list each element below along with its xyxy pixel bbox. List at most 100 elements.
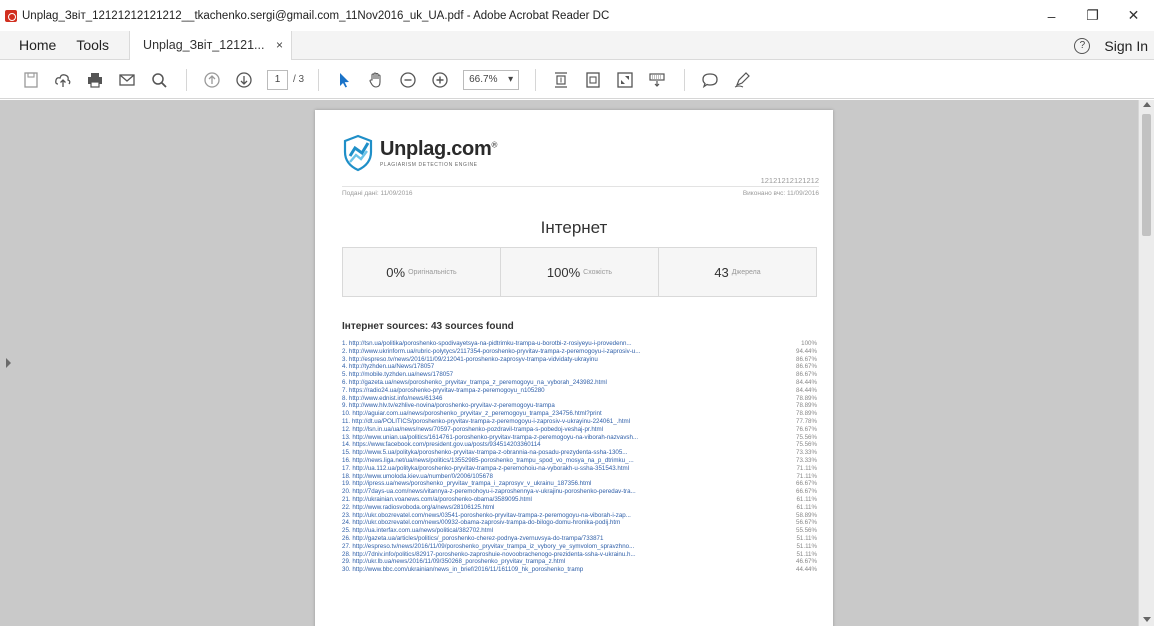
source-link[interactable]: 29. http://ukr.lb.ua/news/2016/11/09/350… xyxy=(342,558,777,566)
source-row: 16. http://news.liga.net/ua/news/politic… xyxy=(342,457,817,465)
minimize-button[interactable]: – xyxy=(1031,0,1072,31)
page-scroll-icon xyxy=(555,71,568,88)
help-icon[interactable]: ? xyxy=(1074,37,1091,54)
source-link[interactable]: 8. http://www.ednist.info/news/61346 xyxy=(342,395,777,403)
scroll-up-arrow-icon[interactable] xyxy=(1143,102,1151,107)
zoom-in-button[interactable] xyxy=(425,66,455,94)
source-percentage: 94.44% xyxy=(796,347,817,355)
speech-bubble-icon xyxy=(702,72,718,88)
source-link[interactable]: 21. http://ukrainian.voanews.com/a/poros… xyxy=(342,496,777,504)
sign-button[interactable] xyxy=(727,66,757,94)
search-button[interactable] xyxy=(144,66,174,94)
zoom-level-select[interactable]: 66.7% ▾ xyxy=(463,69,520,90)
stat-originality: 0% Оригінальність xyxy=(343,248,501,296)
page-number-input[interactable]: 1 xyxy=(267,69,288,90)
document-workspace[interactable]: Unplag.com® PLAGIARISM DETECTION ENGINE … xyxy=(0,100,1154,626)
source-link[interactable]: 19. http://ipress.ua/news/poroshenko_pry… xyxy=(342,480,777,488)
source-link[interactable]: 26. http://gazeta.ua/articles/politics/_… xyxy=(342,535,777,543)
close-button[interactable]: ✕ xyxy=(1113,0,1154,31)
brand-name: Unplag.com® xyxy=(380,138,498,160)
stat-value: 43 xyxy=(714,264,729,280)
source-link[interactable]: 17. http://ua.112.ua/polityka/poroshenko… xyxy=(342,465,777,473)
scroll-down-arrow-icon[interactable] xyxy=(1143,617,1151,622)
source-link[interactable]: 13. http://www.unian.ua/politics/1614761… xyxy=(342,434,777,442)
source-row: 8. http://www.ednist.info/news/61346 78.8… xyxy=(342,395,817,403)
source-percentage: 46.67% xyxy=(796,558,817,566)
read-mode-button[interactable] xyxy=(642,66,672,94)
source-link[interactable]: 22. http://www.radiosvoboda.org/a/news/2… xyxy=(342,504,777,512)
source-link[interactable]: 9. http://www.hlv.tv/ezhlive-novina/poro… xyxy=(342,402,777,410)
full-screen-button[interactable] xyxy=(610,66,640,94)
hand-tool-button[interactable] xyxy=(361,66,391,94)
source-link[interactable]: 30. http://www.bbc.com/ukrainian/news_in… xyxy=(342,566,777,574)
source-percentage: 76.67% xyxy=(796,425,817,433)
source-link[interactable]: 4. http://tyzhden.ua/News/178057 xyxy=(342,363,777,371)
toolbar-separator xyxy=(318,68,320,91)
expand-panel-handle[interactable] xyxy=(6,358,11,368)
source-link[interactable]: 25. http://ua.interfax.com.ua/news/polit… xyxy=(342,527,777,535)
source-link[interactable]: 24. http://ukr.obozrevatel.com/news/0093… xyxy=(342,519,777,527)
source-link[interactable]: 3. http://espreso.tv/news/2016/11/09/212… xyxy=(342,356,777,364)
source-link[interactable]: 1. http://tsn.ua/politika/poroshenko-spo… xyxy=(342,340,777,348)
source-row: 29. http://ukr.lb.ua/news/2016/11/09/350… xyxy=(342,558,817,566)
source-link[interactable]: 5. http://mobile.tyzhden.ua/news/178057 xyxy=(342,371,777,379)
next-page-button[interactable] xyxy=(229,66,259,94)
source-link[interactable]: 28. http://7dniv.info/politics/82917-por… xyxy=(342,551,777,559)
stats-panel: 0% Оригінальність 100% Схожість 43 Джере… xyxy=(342,247,817,297)
source-link[interactable]: 12. http://lsn.in.ua/ua/news/news/70597-… xyxy=(342,426,777,434)
fit-page-button[interactable] xyxy=(578,66,608,94)
tab-close-icon[interactable]: × xyxy=(276,38,283,52)
source-link[interactable]: 20. http://7days-ua.com/news/vitannya-z-… xyxy=(342,488,777,496)
source-row: 6. http://gazeta.ua/news/poroshenko_pryv… xyxy=(342,379,817,387)
tools-tab[interactable]: Tools xyxy=(66,31,119,60)
source-link[interactable]: 6. http://gazeta.ua/news/poroshenko_pryv… xyxy=(342,379,777,387)
upload-button[interactable] xyxy=(48,66,78,94)
toolbar: 1 / 3 66.7% ▾ xyxy=(0,61,1154,99)
source-link[interactable]: 15. http://www.5.ua/polityka/poroshenko-… xyxy=(342,449,777,457)
source-link[interactable]: 14. https://www.facebook.com/president.g… xyxy=(342,441,777,449)
source-row: 22. http://www.radiosvoboda.org/a/news/2… xyxy=(342,504,817,512)
print-button[interactable] xyxy=(80,66,110,94)
email-button[interactable] xyxy=(112,66,142,94)
source-row: 28. http://7dniv.info/politics/82917-por… xyxy=(342,551,817,559)
scroll-thumb[interactable] xyxy=(1142,114,1151,236)
source-row: 12. http://lsn.in.ua/ua/news/news/70597-… xyxy=(342,426,817,434)
scrolling-mode-button[interactable] xyxy=(546,66,576,94)
source-link[interactable]: 16. http://news.liga.net/ua/news/politic… xyxy=(342,457,777,465)
toolbar-separator xyxy=(186,68,187,91)
source-link[interactable]: 2. http://www.ukrinform.ua/rubric-polyty… xyxy=(342,348,777,356)
zoom-out-button[interactable] xyxy=(393,66,423,94)
source-link[interactable]: 7. https://radio24.ua/poroshenko-pryvita… xyxy=(342,387,777,395)
sources-list: 1. http://tsn.ua/politika/poroshenko-spo… xyxy=(342,340,817,574)
keyboard-icon xyxy=(649,72,665,87)
account-area: ? Sign In xyxy=(1074,31,1154,60)
maximize-button[interactable]: ❐ xyxy=(1072,0,1113,31)
chevron-down-icon: ▾ xyxy=(508,74,514,85)
source-row: 1. http://tsn.ua/politika/poroshenko-spo… xyxy=(342,340,817,348)
document-tab[interactable]: Unplag_Звіт_12121... × xyxy=(129,30,293,60)
source-percentage: 86.67% xyxy=(796,363,817,371)
pen-icon xyxy=(734,71,750,87)
select-tool-button[interactable] xyxy=(329,66,359,94)
source-link[interactable]: 18. http://www.umoloda.kiev.ua/number/0/… xyxy=(342,473,777,481)
source-row: 25. http://ua.interfax.com.ua/news/polit… xyxy=(342,527,817,535)
comment-button[interactable] xyxy=(695,66,725,94)
source-link[interactable]: 11. http://dt.ua/POLITICS/poroshenko-pry… xyxy=(342,418,777,426)
source-link[interactable]: 10. http://aguiar.com.ua/news/poroshenko… xyxy=(342,410,777,418)
acrobat-icon xyxy=(5,9,17,22)
stat-value: 0% xyxy=(386,264,406,280)
sign-in-link[interactable]: Sign In xyxy=(1104,38,1148,54)
save-button[interactable] xyxy=(16,66,46,94)
document-tab-label: Unplag_Звіт_12121... xyxy=(143,38,265,52)
source-row: 2. http://www.ukrinform.ua/rubric-polyty… xyxy=(342,348,817,356)
stat-value: 100% xyxy=(546,264,581,280)
source-percentage: 75.56% xyxy=(796,441,817,449)
previous-page-button[interactable] xyxy=(197,66,227,94)
source-percentage: 66.67% xyxy=(796,480,817,488)
source-link[interactable]: 23. http://ukr.obozrevatel.com/news/0354… xyxy=(342,512,777,520)
home-tab[interactable]: Home xyxy=(0,31,66,60)
source-percentage: 71.11% xyxy=(796,472,817,480)
save-icon xyxy=(24,71,38,88)
source-link[interactable]: 27. http://espreso.tv/news/2016/11/09/po… xyxy=(342,543,777,551)
vertical-scrollbar[interactable] xyxy=(1138,100,1154,626)
